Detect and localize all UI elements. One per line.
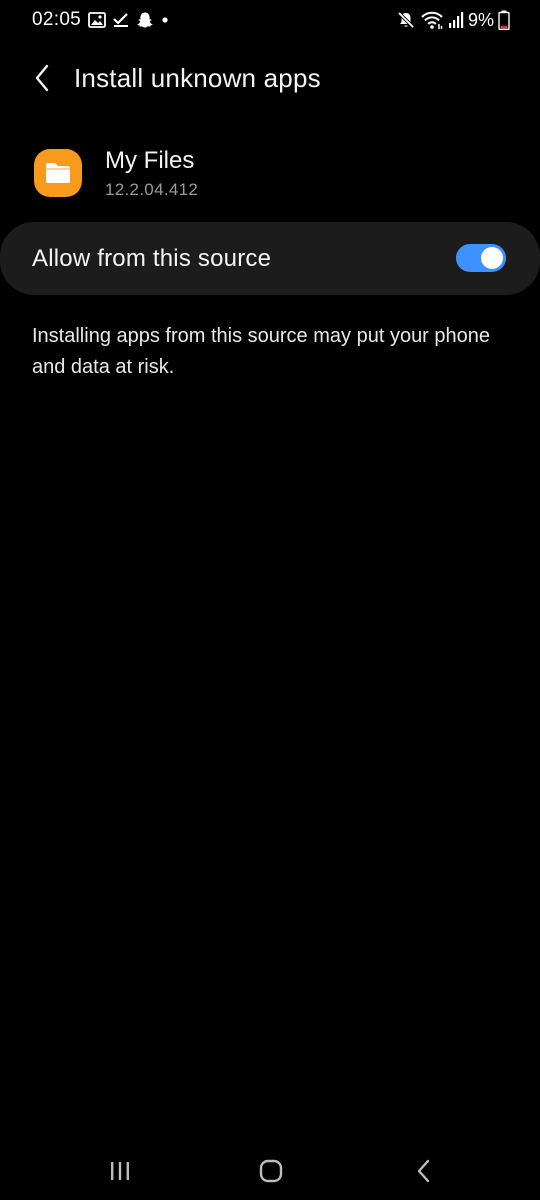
wifi-icon: [420, 10, 444, 30]
app-icon: [34, 149, 82, 197]
app-info: My Files 12.2.04.412: [0, 140, 540, 210]
back-icon: [415, 1159, 431, 1183]
navigation-bar: [0, 1140, 540, 1200]
status-bar: 02:05 9%: [0, 0, 540, 40]
task-check-icon: [112, 11, 130, 29]
battery-icon: [498, 10, 510, 30]
app-version: 12.2.04.412: [105, 180, 199, 199]
recents-icon: [108, 1160, 132, 1182]
back-button[interactable]: [26, 60, 58, 96]
allow-from-source-row[interactable]: Allow from this source: [0, 222, 540, 295]
nav-back-button[interactable]: [403, 1155, 443, 1187]
allow-from-source-label: Allow from this source: [32, 245, 272, 272]
home-icon: [258, 1159, 284, 1183]
mute-icon: [396, 10, 416, 30]
gallery-icon: [88, 12, 106, 28]
warning-text: Installing apps from this source may put…: [32, 325, 491, 378]
home-button[interactable]: [251, 1155, 291, 1187]
allow-from-source-switch[interactable]: [456, 244, 506, 272]
battery-percent: 9%: [467, 9, 494, 30]
app-name: My Files: [105, 147, 195, 174]
notification-icons: [88, 10, 170, 30]
recents-button[interactable]: [100, 1155, 140, 1187]
app-bar: Install unknown apps: [0, 50, 540, 106]
switch-knob: [481, 247, 503, 269]
snapchat-icon: [136, 11, 154, 29]
system-icons: 9%: [396, 9, 510, 31]
signal-icon: [448, 11, 464, 29]
chevron-left-icon: [34, 64, 50, 92]
status-time: 02:05: [32, 9, 82, 30]
page-title: Install unknown apps: [74, 63, 321, 93]
folder-icon: [44, 161, 72, 185]
dot-icon: [160, 11, 170, 29]
